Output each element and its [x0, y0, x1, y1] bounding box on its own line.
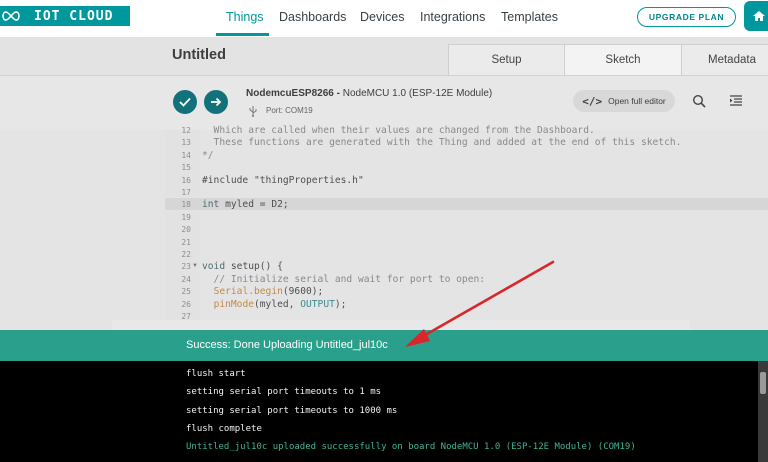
code-line: These functions are generated with the T… — [202, 137, 682, 149]
code-line: int myled = D2; — [202, 199, 289, 211]
search-icon[interactable] — [692, 94, 706, 113]
line-number: 23 — [181, 262, 191, 272]
console-scrollbar-thumb[interactable] — [760, 372, 766, 394]
line-number: 15 — [181, 163, 191, 173]
code-editor[interactable] — [0, 130, 768, 330]
upload-button[interactable] — [204, 90, 228, 114]
line-number: 14 — [181, 150, 191, 160]
code-line: // Initialize serial and wait for port t… — [202, 273, 486, 285]
line-number: 26 — [181, 299, 191, 309]
tab-sketch[interactable]: Sketch — [564, 44, 682, 75]
nav-dashboards[interactable]: Dashboards — [279, 10, 346, 24]
status-message: Success: Done Uploading Untitled_jul10c — [186, 339, 388, 351]
line-number: 20 — [181, 225, 191, 235]
open-full-editor-label: Open full editor — [608, 96, 666, 106]
line-number: 12 — [181, 126, 191, 135]
line-number: 21 — [181, 237, 191, 247]
console-line: setting serial port timeouts to 1 ms — [186, 387, 382, 398]
home-button[interactable] — [744, 1, 768, 31]
console-line: Untitled_jul10c uploaded successfully on… — [186, 442, 636, 453]
code-line: void setup() { — [202, 261, 283, 273]
code-line: */ — [202, 149, 214, 161]
home-icon — [753, 11, 765, 21]
tab-setup[interactable]: Setup — [448, 44, 565, 75]
code-line: Which are called when their values are c… — [202, 125, 595, 136]
nav-integrations[interactable]: Integrations — [420, 10, 485, 24]
nav-things[interactable]: Things — [226, 10, 264, 24]
board-info[interactable]: NodemcuESP8266 - NodeMCU 1.0 (ESP-12E Mo… — [246, 88, 492, 99]
verify-button[interactable] — [173, 90, 197, 114]
board-model: NodeMCU 1.0 (ESP-12E Module) — [342, 88, 493, 99]
line-number: 24 — [181, 274, 191, 284]
line-number: 16 — [181, 175, 191, 185]
fold-caret-icon[interactable]: ▼ — [192, 263, 198, 269]
console-line: setting serial port timeouts to 1000 ms — [186, 405, 398, 416]
line-number: 18 — [181, 200, 191, 210]
line-number: 22 — [181, 250, 191, 259]
infinity-icon — [0, 6, 22, 26]
code-line: pinMode(myled, OUTPUT); — [213, 298, 347, 310]
arrow-right-icon — [211, 97, 222, 107]
code-icon: </> — [582, 94, 603, 108]
checkmark-icon — [179, 97, 191, 107]
line-number: 25 — [181, 287, 191, 297]
thing-title[interactable]: Untitled — [172, 47, 226, 63]
top-nav: IOT CLOUD Things Dashboards Devices Inte… — [0, 0, 768, 37]
board-name: NodemcuESP8266 - — [246, 88, 340, 99]
usb-icon — [248, 104, 258, 122]
nav-devices[interactable]: Devices — [360, 10, 404, 24]
upgrade-plan-button[interactable]: UPGRADE PLAN — [637, 7, 736, 27]
nav-templates[interactable]: Templates — [501, 10, 558, 24]
line-number: 17 — [181, 188, 191, 197]
code-line: Serial.begin(9600); — [213, 286, 324, 298]
line-number: 19 — [181, 212, 191, 222]
code-line: #include "thingProperties.h" — [202, 174, 364, 186]
port-label: Port: COM19 — [266, 106, 313, 115]
console-line: flush complete — [186, 423, 262, 434]
tab-metadata[interactable]: Metadata — [681, 44, 768, 75]
logo-text: IOT CLOUD — [34, 8, 114, 24]
line-number: 13 — [181, 138, 191, 148]
logo[interactable]: IOT CLOUD — [0, 6, 130, 26]
active-nav-indicator — [216, 33, 269, 36]
console-line: flush start — [186, 369, 246, 379]
indent-icon[interactable] — [729, 94, 743, 112]
open-full-editor-button[interactable]: </> Open full editor — [573, 90, 675, 112]
